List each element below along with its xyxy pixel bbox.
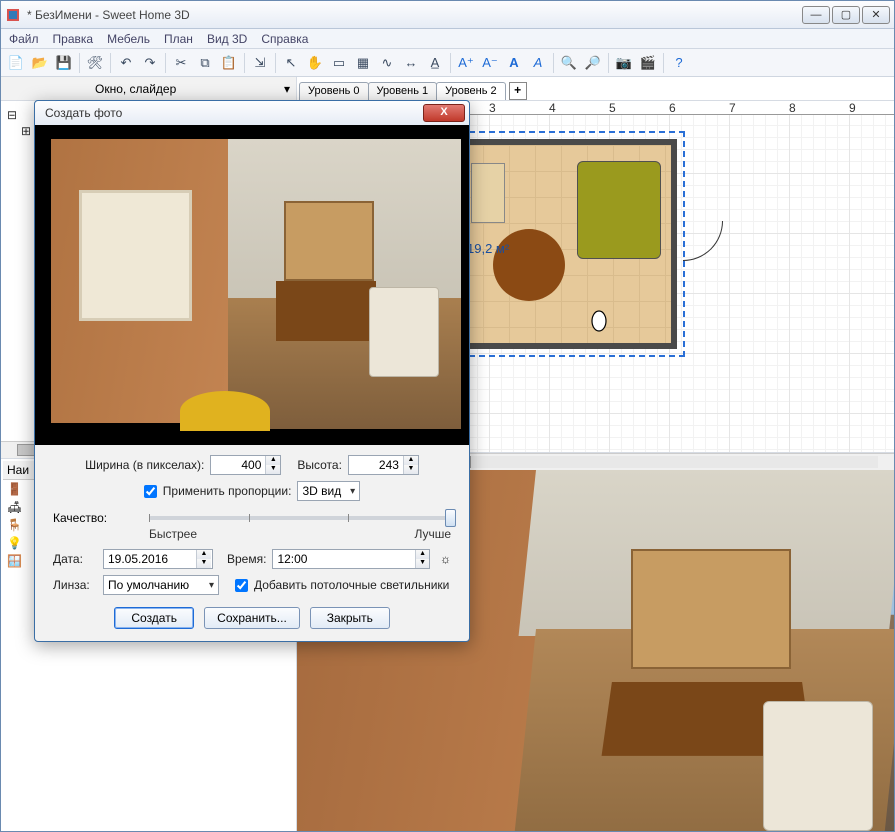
open-icon[interactable]: 📂 (29, 52, 51, 74)
ceiling-lights-label: Добавить потолочные светильники (254, 578, 449, 592)
menu-plan[interactable]: План (164, 32, 193, 45)
select-icon[interactable]: ↖ (280, 52, 302, 74)
spin-down-icon[interactable]: ▼ (266, 465, 280, 474)
furniture-desk[interactable] (471, 163, 505, 223)
ratio-select[interactable]: 3D вид (297, 481, 360, 501)
dialog-close-button[interactable]: X (423, 104, 465, 122)
pan-icon[interactable]: ✋ (304, 52, 326, 74)
spin-up-icon[interactable]: ▲ (416, 550, 429, 559)
time-field[interactable] (273, 550, 415, 568)
dialog-titlebar[interactable]: Создать фото X (35, 101, 469, 125)
spin-down-icon[interactable]: ▼ (197, 559, 211, 568)
paste-icon[interactable]: 📋 (218, 52, 240, 74)
menubar: Файл Правка Мебель План Вид 3D Справка (1, 29, 894, 49)
add-furniture-icon[interactable]: ⇲ (249, 52, 271, 74)
room-area-label: 19,2 м² (467, 241, 509, 256)
create-polyline-icon[interactable]: ∿ (376, 52, 398, 74)
height-field[interactable] (349, 456, 403, 474)
menu-furniture[interactable]: Мебель (107, 32, 150, 45)
create-photo-dialog: Создать фото X Ширина (в пикселах): (34, 100, 470, 642)
door-right (683, 221, 723, 261)
zoom-in-icon[interactable]: 🔍 (558, 52, 580, 74)
text-italic-icon[interactable]: A (527, 52, 549, 74)
apply-ratio-checkbox[interactable] (144, 485, 157, 498)
spin-up-icon[interactable]: ▲ (404, 456, 418, 465)
quality-best-label: Лучше (414, 527, 451, 541)
photo-preview (35, 125, 469, 445)
height-label: Высота: (297, 458, 342, 472)
furniture-header: Окно, слайдер (95, 82, 278, 96)
date-input[interactable]: ▲▼ (103, 549, 213, 569)
menu-help[interactable]: Справка (261, 32, 308, 45)
level-tabs: Уровень 0 Уровень 1 Уровень 2 + (297, 77, 527, 100)
photo-icon[interactable]: 📷 (613, 52, 635, 74)
level-tab-2[interactable]: Уровень 2 (436, 82, 506, 100)
level-add-button[interactable]: + (509, 82, 527, 100)
copy-icon[interactable]: ⧉ (194, 52, 216, 74)
create-dimensions-icon[interactable]: ↔ (400, 52, 422, 74)
spin-down-icon[interactable]: ▼ (404, 465, 418, 474)
time-label: Время: (227, 552, 266, 566)
prefs-icon[interactable]: 🛠 (84, 52, 106, 74)
width-label: Ширина (в пикселах): (85, 458, 204, 472)
toolbar: 📄 📂 💾 🛠 ↶ ↷ ✂ ⧉ 📋 ⇲ ↖ ✋ ▭ ▦ ∿ ↔ A̲ A⁺ A⁻… (1, 49, 894, 77)
create-text-icon[interactable]: A̲ (424, 52, 446, 74)
maximize-button[interactable]: ▢ (832, 6, 860, 24)
minimize-button[interactable]: — (802, 6, 830, 24)
video-icon[interactable]: 🎬 (637, 52, 659, 74)
apply-ratio-label: Применить пропорции: (163, 484, 292, 498)
save-button[interactable]: Сохранить... (204, 607, 300, 629)
help-icon[interactable]: ? (668, 52, 690, 74)
lens-label: Линза: (53, 578, 97, 592)
titlebar[interactable]: * БезИмени - Sweet Home 3D — ▢ ✕ (1, 1, 894, 29)
text-bold-icon[interactable]: A (503, 52, 525, 74)
width-field[interactable] (211, 456, 265, 474)
menu-view3d[interactable]: Вид 3D (207, 32, 247, 45)
lens-select[interactable]: По умолчанию (103, 575, 219, 595)
height-input[interactable]: ▲▼ (348, 455, 419, 475)
tree-toggle-icon[interactable]: ⊞ (21, 124, 31, 138)
menu-file[interactable]: Файл (9, 32, 39, 45)
width-input[interactable]: ▲▼ (210, 455, 281, 475)
quality-slider[interactable] (149, 516, 451, 520)
create-rooms-icon[interactable]: ▦ (352, 52, 374, 74)
level-tab-0[interactable]: Уровень 0 (299, 82, 369, 100)
level-tab-1[interactable]: Уровень 1 (368, 82, 438, 100)
slider-thumb[interactable] (445, 509, 456, 527)
spin-down-icon[interactable]: ▼ (416, 559, 429, 568)
text-plus-icon[interactable]: A⁺ (455, 52, 477, 74)
new-icon[interactable]: 📄 (5, 52, 27, 74)
camera-icon[interactable] (587, 309, 611, 333)
quality-fast-label: Быстрее (149, 527, 197, 541)
close-dialog-button[interactable]: Закрыть (310, 607, 390, 629)
spin-up-icon[interactable]: ▲ (266, 456, 280, 465)
furniture-sofa[interactable] (577, 161, 661, 259)
chevron-down-icon[interactable]: ▾ (278, 82, 296, 96)
zoom-out-icon[interactable]: 🔎 (582, 52, 604, 74)
close-button[interactable]: ✕ (862, 6, 890, 24)
dialog-title: Создать фото (39, 106, 423, 120)
date-field[interactable] (104, 550, 196, 568)
quality-label: Качество: (53, 511, 139, 525)
create-button[interactable]: Создать (114, 607, 194, 629)
redo-icon[interactable]: ↷ (139, 52, 161, 74)
undo-icon[interactable]: ↶ (115, 52, 137, 74)
spin-up-icon[interactable]: ▲ (197, 550, 211, 559)
date-label: Дата: (53, 552, 97, 566)
cut-icon[interactable]: ✂ (170, 52, 192, 74)
sun-icon[interactable]: ☼ (440, 552, 451, 566)
ceiling-lights-checkbox[interactable] (235, 579, 248, 592)
save-icon[interactable]: 💾 (53, 52, 75, 74)
time-input[interactable]: ▲▼ (272, 549, 430, 569)
tree-toggle-icon[interactable]: ⊟ (7, 108, 17, 122)
furniture-table[interactable] (493, 229, 565, 301)
text-minus-icon[interactable]: A⁻ (479, 52, 501, 74)
app-icon (5, 7, 21, 23)
create-walls-icon[interactable]: ▭ (328, 52, 350, 74)
menu-edit[interactable]: Правка (53, 32, 94, 45)
window-title: * БезИмени - Sweet Home 3D (27, 8, 802, 22)
